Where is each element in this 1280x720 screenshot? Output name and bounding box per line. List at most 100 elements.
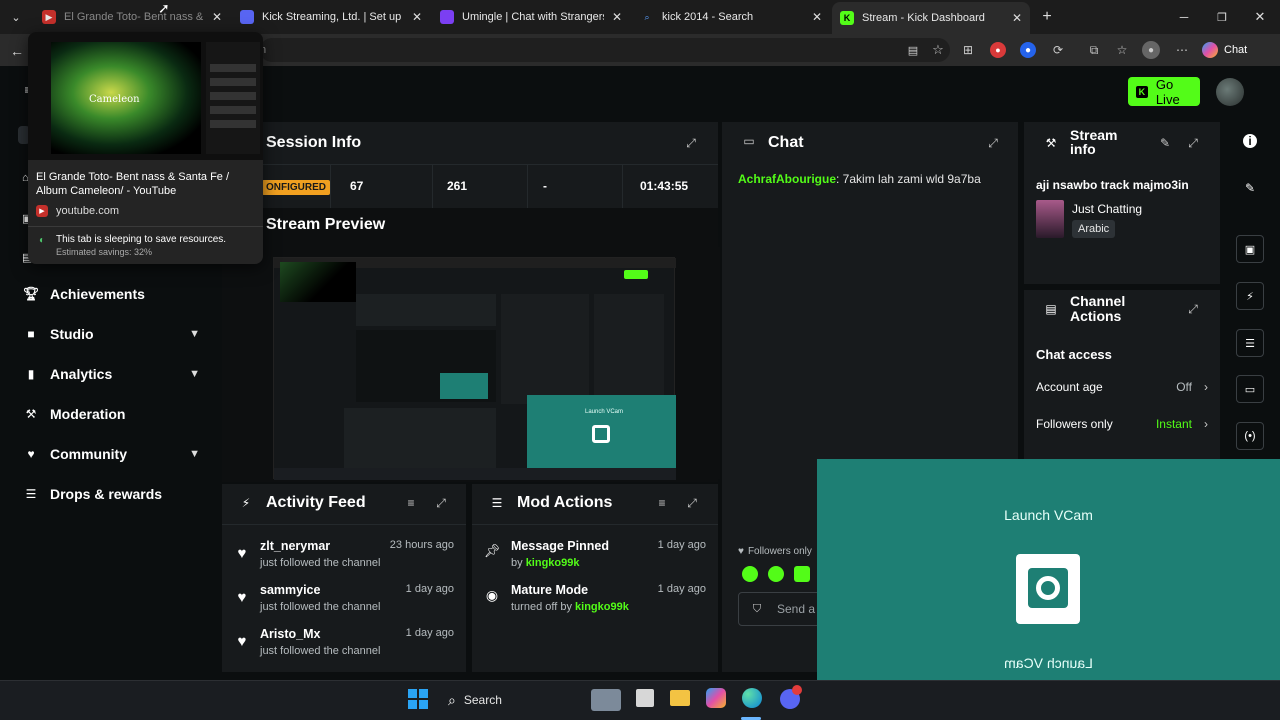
eye-icon: ◉ bbox=[485, 586, 499, 603]
expand-icon[interactable]: ⤢ bbox=[1186, 136, 1200, 150]
channel-actions-title: Channel Actions bbox=[1070, 294, 1125, 324]
close-window-icon[interactable]: ✕ bbox=[1252, 9, 1268, 25]
taskbar-search[interactable]: ⌕ Search bbox=[440, 687, 580, 713]
extensions-grid-icon[interactable]: ⊞ bbox=[960, 42, 976, 58]
divider bbox=[28, 226, 263, 227]
activity-user[interactable]: Aristo_Mx bbox=[260, 627, 380, 641]
vcam-label-mirrored: Launch VCam bbox=[1004, 655, 1093, 671]
chat-username[interactable]: AchrafAbourigue bbox=[738, 172, 836, 186]
reader-view-icon[interactable]: ▤ bbox=[906, 43, 920, 57]
sidebar-item-achievements[interactable]: 🏆︎ Achievements bbox=[23, 286, 200, 302]
taskbar-app-icon[interactable] bbox=[591, 689, 621, 711]
chevron-down-icon[interactable]: ▼ bbox=[189, 368, 200, 380]
info-icon[interactable]: i bbox=[1243, 134, 1257, 148]
sidebar-item-analytics[interactable]: ▮ Analytics ▼ bbox=[24, 366, 200, 382]
preview-go-live bbox=[624, 270, 648, 279]
copilot-icon[interactable] bbox=[706, 688, 726, 708]
stream-title-text: aji nsawbo track majmo3in bbox=[1036, 178, 1189, 192]
tab-search[interactable]: ⌕ kick 2014 - Search ✕ bbox=[632, 4, 830, 30]
activity-user[interactable]: zlt_nerymar bbox=[260, 539, 380, 553]
rail-list-button[interactable]: ☰ bbox=[1236, 329, 1264, 357]
favorites-icon[interactable]: ☆ bbox=[1114, 42, 1130, 58]
heart-icon: ♥ bbox=[237, 588, 247, 606]
preview-vcam bbox=[440, 373, 488, 399]
task-view-icon[interactable] bbox=[636, 689, 654, 707]
edit-pencil-icon[interactable]: ✎ bbox=[1243, 181, 1257, 195]
close-tab-icon[interactable]: ✕ bbox=[612, 10, 622, 24]
category-thumbnail[interactable] bbox=[1036, 200, 1064, 238]
rail-stream-button[interactable]: ▣ bbox=[1236, 235, 1264, 263]
emote-icon[interactable] bbox=[742, 566, 758, 582]
emote-icon[interactable] bbox=[768, 566, 784, 582]
back-icon[interactable]: ← bbox=[8, 42, 26, 60]
minimize-icon[interactable]: ─ bbox=[1176, 9, 1192, 25]
rail-chat-button[interactable]: ▭ bbox=[1236, 375, 1264, 403]
go-live-button[interactable]: K Go Live bbox=[1128, 77, 1200, 107]
divider bbox=[432, 165, 433, 209]
tab-kick-dashboard[interactable]: K Stream - Kick Dashboard ✕ bbox=[832, 2, 1030, 34]
expand-icon[interactable]: ⤢ bbox=[685, 496, 699, 510]
mod-action-user[interactable]: kingko99k bbox=[575, 601, 629, 613]
expand-icon[interactable]: ⤢ bbox=[684, 136, 698, 150]
rail-broadcast-button[interactable]: (•) bbox=[1236, 422, 1264, 450]
user-avatar[interactable] bbox=[1216, 78, 1244, 106]
sidebar-item-studio[interactable]: ■ Studio ▼ bbox=[24, 326, 200, 342]
close-tab-icon[interactable]: ✕ bbox=[212, 10, 222, 24]
expand-icon[interactable]: ⤢ bbox=[434, 496, 448, 510]
new-tab-icon[interactable]: + bbox=[1038, 8, 1056, 26]
activity-user[interactable]: sammyice bbox=[260, 583, 380, 597]
divider bbox=[527, 165, 528, 209]
close-tab-icon[interactable]: ✕ bbox=[812, 10, 822, 24]
filter-icon[interactable]: ≡ bbox=[655, 496, 669, 510]
close-tab-icon[interactable]: ✕ bbox=[412, 10, 422, 24]
close-tab-icon[interactable]: ✕ bbox=[1012, 11, 1022, 25]
preview-panel bbox=[344, 408, 496, 472]
chevron-down-icon[interactable]: ▼ bbox=[189, 448, 200, 460]
edge-browser-icon[interactable] bbox=[742, 688, 762, 708]
list-icon: ☰ bbox=[1245, 337, 1255, 350]
copilot-chat-button[interactable]: Chat bbox=[1202, 39, 1262, 61]
extension-adblock-icon[interactable]: ● bbox=[990, 42, 1006, 58]
chevron-down-icon[interactable]: ▼ bbox=[189, 328, 200, 340]
sidebar-item-label: Moderation bbox=[50, 406, 126, 422]
activity-time: 1 day ago bbox=[405, 583, 454, 595]
extension-puzzle-icon[interactable]: ⟳ bbox=[1050, 42, 1066, 58]
expand-icon[interactable]: ⤢ bbox=[1186, 302, 1200, 316]
more-options-icon[interactable]: ⋯ bbox=[1174, 42, 1190, 58]
windows-start-icon[interactable] bbox=[408, 689, 428, 709]
list-icon: ☰ bbox=[25, 487, 37, 501]
tab-list-icon[interactable]: ⌄ bbox=[8, 9, 24, 25]
rail-lightning-button[interactable]: ⚡︎ bbox=[1236, 282, 1264, 310]
chat-bubble-icon: ▭ bbox=[743, 134, 755, 148]
tab-title: Kick Streaming, Ltd. | Set up paym bbox=[262, 11, 404, 23]
sidebar-item-moderation[interactable]: ⚒ Moderation bbox=[24, 406, 200, 422]
address-field[interactable]: n bbox=[260, 38, 950, 62]
session-info-panel: Session Info ⤢ ONFIGURED 67 261 - 01:43:… bbox=[222, 122, 718, 209]
extension-blue-icon[interactable]: ● bbox=[1020, 42, 1036, 58]
sidebar-item-drops-rewards[interactable]: ☰ Drops & rewards bbox=[24, 486, 200, 502]
edit-pencil-icon[interactable]: ✎ bbox=[1158, 136, 1172, 150]
tab-youtube[interactable]: ▶ El Grande Toto- Bent nass & Santa ✕ bbox=[34, 4, 230, 30]
taskbar-search-label: Search bbox=[463, 693, 502, 707]
favorite-star-icon[interactable]: ☆ bbox=[930, 42, 946, 58]
stream-preview-video[interactable]: Launch VCam bbox=[265, 247, 720, 480]
thumbnail-text: Cameleon bbox=[89, 94, 140, 105]
split-screen-icon[interactable]: ⧉ bbox=[1086, 42, 1102, 58]
tab-kick-payments[interactable]: Kick Streaming, Ltd. | Set up paym ✕ bbox=[232, 4, 430, 30]
emote-icon[interactable] bbox=[794, 566, 810, 582]
chat-bubble-icon: ▭ bbox=[1244, 383, 1256, 396]
maximize-icon[interactable]: ❐ bbox=[1214, 9, 1230, 25]
tab-umingle[interactable]: Umingle | Chat with Strangers Inst ✕ bbox=[432, 4, 630, 30]
mod-action-user[interactable]: kingko99k bbox=[526, 557, 580, 569]
filter-icon[interactable]: ≡ bbox=[404, 496, 418, 510]
account-age-row[interactable]: Account age Off › bbox=[1036, 380, 1208, 398]
followers-only-row[interactable]: Followers only Instant › bbox=[1036, 417, 1208, 435]
mod-action-prefix: turned off by bbox=[511, 601, 572, 613]
category-name[interactable]: Just Chatting bbox=[1072, 202, 1142, 216]
profile-avatar-icon[interactable]: ● bbox=[1142, 41, 1160, 59]
chat-text: : 7akim lah zami wld 9a7ba bbox=[836, 172, 981, 186]
file-explorer-icon[interactable] bbox=[670, 690, 690, 706]
sidebar-item-community[interactable]: ♥ Community ▼ bbox=[24, 446, 200, 462]
expand-icon[interactable]: ⤢ bbox=[986, 136, 1000, 150]
notification-badge bbox=[792, 685, 802, 695]
